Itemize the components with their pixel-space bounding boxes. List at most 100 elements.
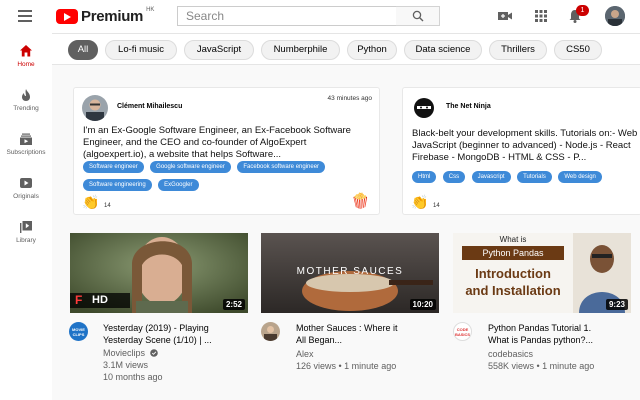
video-views: 3.1M views: [103, 360, 149, 370]
net-ninja-logo: [411, 95, 437, 121]
avatar-photo: [82, 95, 108, 121]
channel-avatar[interactable]: [411, 95, 437, 121]
tag[interactable]: Html: [412, 171, 437, 183]
clap-icon[interactable]: 👏: [411, 194, 428, 211]
tag[interactable]: Web design: [558, 171, 602, 183]
avatar-photo: [261, 322, 280, 341]
video-views: 126 views • 1 minute ago: [296, 361, 397, 371]
video-title-line: Mother Sauces : Where it: [296, 323, 398, 333]
video-title[interactable]: Yesterday (2019) - Playing Yesterday Sce…: [103, 322, 253, 346]
create-video-icon[interactable]: [497, 8, 513, 24]
tag-list: Software engineer Google software engine…: [83, 161, 379, 197]
sidebar-item-subscriptions[interactable]: Subscriptions: [0, 132, 52, 172]
channel-avatar[interactable]: CODE BASICS: [453, 322, 472, 341]
top-header: Premium HK Search 1: [0, 0, 640, 33]
account-avatar[interactable]: [605, 6, 625, 26]
menu-icon[interactable]: [18, 10, 32, 22]
chip-thrillers[interactable]: Thrillers: [489, 40, 547, 60]
video-title[interactable]: Mother Sauces : Where it All Began...: [296, 322, 446, 346]
tag[interactable]: Facebook software engineer: [237, 161, 326, 173]
library-icon: [20, 221, 32, 233]
home-icon: [20, 45, 32, 57]
flame-icon: [22, 89, 30, 101]
hd-badge: F HD: [70, 293, 130, 308]
channel-avatar[interactable]: [82, 95, 108, 121]
channel-description: Black-belt your development skills. Tuto…: [412, 128, 637, 164]
channel-name[interactable]: The Net Ninja: [446, 103, 491, 110]
hd-label: HD: [92, 294, 108, 306]
channel-description: I'm an Ex-Google Software Engineer, an E…: [83, 125, 351, 161]
description-line: I'm an Ex-Google Software Engineer, an E…: [83, 125, 351, 136]
sidebar-item-originals[interactable]: Originals: [0, 176, 52, 216]
video-thumbnail[interactable]: F HD 2:52: [70, 233, 248, 313]
logo-text: Premium: [81, 7, 144, 25]
youtube-premium-logo[interactable]: Premium HK: [56, 7, 154, 25]
thumbnail-overlay-text: Python Pandas: [462, 246, 564, 260]
subscriptions-icon: [20, 133, 32, 145]
sidebar-item-library[interactable]: Library: [0, 220, 52, 260]
video-title-line: Python Pandas Tutorial 1.: [488, 323, 592, 333]
description-line: (algoexpert.io), a website that helps So…: [83, 149, 282, 160]
chip-python[interactable]: Python: [347, 40, 397, 60]
sidebar-item-trending[interactable]: Trending: [0, 88, 52, 128]
avatar-photo: [605, 6, 625, 26]
apps-grid-icon[interactable]: [533, 8, 549, 24]
description-line: Firebase - MongoDB - HTML & CSS - P...: [412, 152, 587, 163]
clap-icon[interactable]: 👏: [82, 194, 99, 211]
channel-card[interactable]: Clément Mihailescu 43 minutes ago I'm an…: [73, 87, 380, 215]
channel-logo-text: CODE BASICS: [454, 327, 471, 337]
thumbnail-overlay-text: and Installation: [465, 283, 561, 298]
video-thumbnail[interactable]: What is Python Pandas Introduction and I…: [453, 233, 631, 313]
fandango-icon: F: [75, 293, 83, 307]
thumbnail-overlay-text: MOTHER SAUCES: [296, 266, 404, 277]
chip-numberphile[interactable]: Numberphile: [261, 40, 340, 60]
channel-name[interactable]: codebasics: [488, 348, 533, 360]
video-title[interactable]: Python Pandas Tutorial 1. What is Pandas…: [488, 322, 638, 346]
tag[interactable]: Software engineering: [83, 179, 152, 191]
video-title-line: Yesterday (2019) - Playing: [103, 323, 209, 333]
sidebar-label-home: Home: [17, 61, 35, 68]
tag[interactable]: Google software engineer: [150, 161, 231, 173]
description-line: JavaScript (beginner to advanced) - Node…: [412, 140, 631, 151]
chip-lofi-music[interactable]: Lo-fi music: [105, 40, 177, 60]
video-thumbnail[interactable]: MOTHER SAUCES 10:20: [261, 233, 439, 313]
search-icon: [412, 10, 423, 22]
video-title-line: All Began...: [296, 335, 343, 345]
video-duration: 10:20: [409, 299, 436, 310]
chip-cs50[interactable]: CS50: [554, 40, 602, 60]
channel-avatar[interactable]: MOVIE CLIPS: [69, 322, 88, 341]
video-duration: 9:23: [605, 299, 628, 310]
post-time: 43 minutes ago: [327, 95, 372, 102]
sidebar-item-home[interactable]: Home: [0, 44, 52, 84]
chip-javascript[interactable]: JavaScript: [184, 40, 254, 60]
video-views: 558K views • 1 minute ago: [488, 361, 595, 371]
channel-name[interactable]: Movieclips: [103, 347, 158, 359]
originals-icon: [20, 178, 32, 188]
tag[interactable]: ExGoogler: [158, 179, 199, 191]
thumbnail-overlay-text: Introduction: [475, 266, 551, 281]
tag-list: Html Css Javascript Tutorials Web design: [412, 171, 640, 189]
tag[interactable]: Tutorials: [517, 171, 552, 183]
search-placeholder: Search: [186, 9, 225, 23]
video-title-line: What is Pandas python?...: [488, 335, 594, 345]
tag[interactable]: Css: [442, 171, 466, 183]
verified-icon: [149, 349, 158, 357]
popcorn-icon[interactable]: 🍿: [351, 192, 370, 210]
sidebar: Home Trending Subscriptions Originals Li…: [0, 33, 52, 400]
channel-name[interactable]: Alex: [296, 348, 314, 360]
search-button[interactable]: [396, 6, 440, 26]
filter-chips-bar: All Lo-fi music JavaScript Numberphile P…: [52, 33, 640, 65]
channel-name[interactable]: Clément Mihailescu: [117, 103, 182, 110]
tag[interactable]: Software engineer: [83, 161, 144, 173]
sidebar-label-subscriptions: Subscriptions: [6, 149, 46, 156]
channel-name-text: Movieclips: [103, 348, 146, 358]
chip-data-science[interactable]: Data science: [404, 40, 482, 60]
channel-avatar[interactable]: [261, 322, 280, 341]
tag[interactable]: Javascript: [471, 171, 511, 183]
search-input[interactable]: Search: [177, 6, 397, 26]
description-line: Engineer, and the CEO and co-founder of …: [83, 137, 307, 148]
description-line: Black-belt your development skills. Tuto…: [412, 128, 638, 139]
channel-card[interactable]: The Net Ninja Black-belt your developmen…: [402, 87, 640, 215]
sidebar-label-originals: Originals: [13, 193, 39, 200]
chip-all[interactable]: All: [68, 40, 98, 60]
